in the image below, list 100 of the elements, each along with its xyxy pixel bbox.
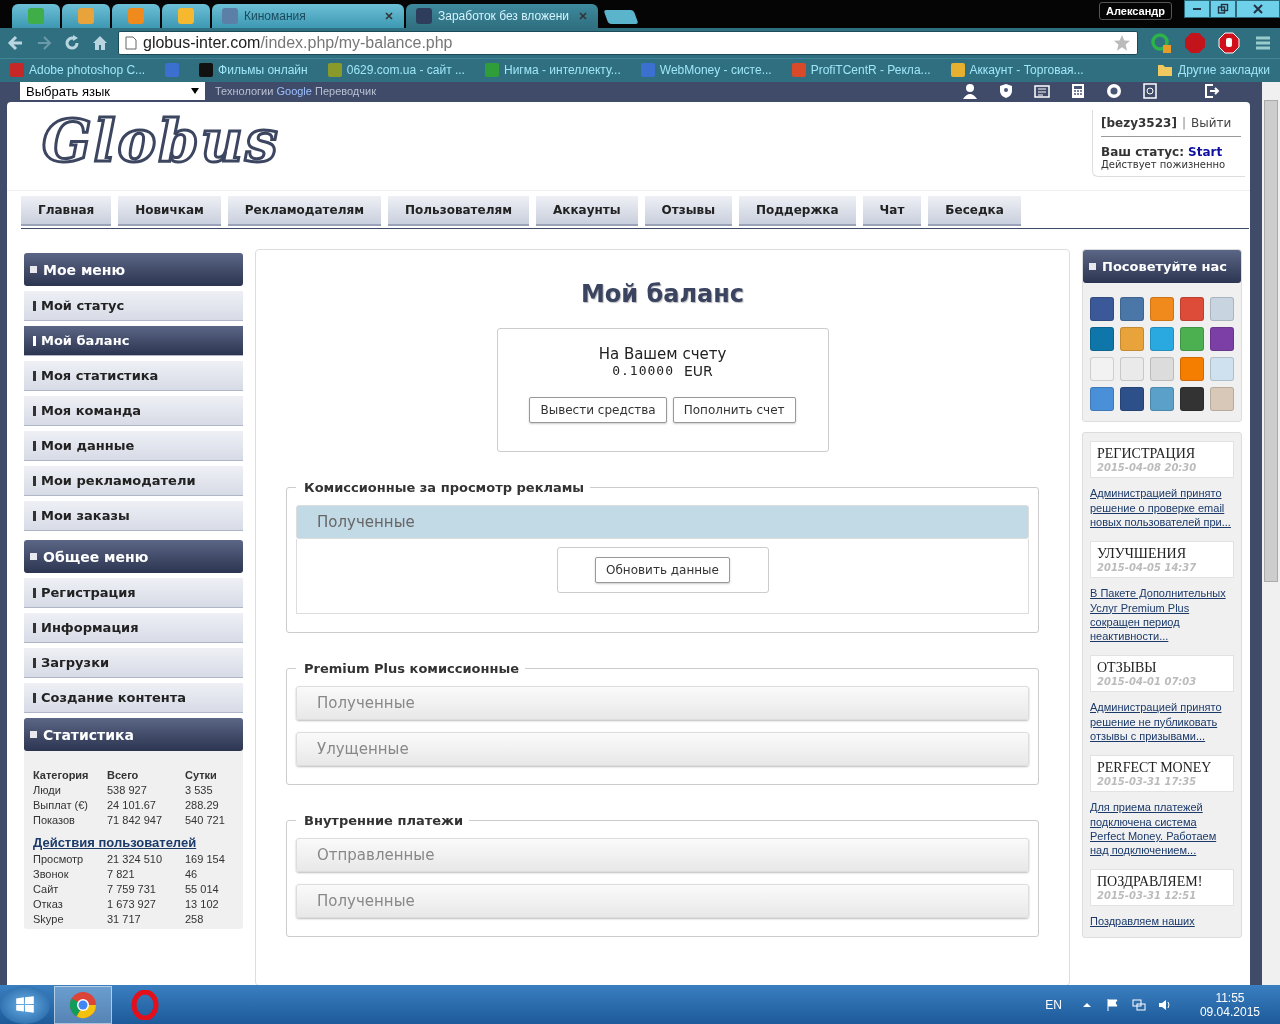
nav-tab[interactable]: Новичкам (118, 196, 221, 227)
table-cell-text: 169 154 (185, 853, 226, 866)
social-share-icon[interactable] (1090, 297, 1114, 322)
menu-item[interactable]: Информация (24, 613, 243, 644)
newspaper-icon[interactable] (1034, 83, 1050, 100)
nav-tab[interactable]: Отзывы (644, 196, 732, 227)
menu-item[interactable]: Создание контента (24, 683, 243, 714)
clock[interactable]: 11:55 09.04.2015 (1199, 990, 1260, 1019)
social-share-icon[interactable] (1120, 297, 1144, 322)
browser-tab[interactable] (62, 3, 110, 28)
menu-item[interactable]: Загрузки (24, 648, 243, 679)
profile-name[interactable]: Александр (1099, 1, 1172, 20)
nav-tab[interactable]: Беседка (928, 196, 1021, 227)
status-value[interactable]: Start (1188, 145, 1223, 160)
menu-item[interactable]: Мои заказы (24, 501, 243, 532)
restore-button[interactable] (1210, 0, 1236, 18)
scrollbar[interactable] (1262, 82, 1280, 986)
nav-tab[interactable]: Поддержка (739, 196, 856, 227)
column-header: Всего (107, 769, 140, 782)
bookmark-link[interactable]: Adobe photoshop C... (6, 61, 150, 80)
bookmark-link[interactable]: ProfiTCentR - Рекла... (787, 61, 935, 80)
browser-tab[interactable]: Киномания (212, 3, 404, 28)
user-icon[interactable] (962, 83, 978, 100)
menu-item[interactable]: Мои рекламодатели (24, 466, 243, 497)
logout-icon[interactable] (1204, 83, 1220, 100)
news-link[interactable]: Администрацией принято решение о проверке email новых пользователей при... (1090, 486, 1234, 530)
accordion-header[interactable]: Полученные (296, 505, 1029, 540)
menu-item[interactable]: Моя статистика (24, 361, 243, 392)
news-link[interactable]: В Пакете Дополнительных Услуг Premium Plus сокращен период неактивности... (1090, 586, 1234, 644)
social-share-icon[interactable] (1210, 327, 1234, 352)
nav-tab[interactable]: Чат (862, 196, 922, 227)
stop-sign-icon[interactable] (1218, 31, 1240, 54)
refresh-button[interactable]: Обновить данные (595, 557, 730, 584)
balance-amount: 0.10000 (612, 363, 674, 380)
volume-icon[interactable] (1157, 997, 1172, 1012)
menu-item[interactable]: Мои данные (24, 431, 243, 462)
section-legend: Premium Plus комиссионные (296, 661, 526, 677)
balance-action-button[interactable]: Вывести средства (529, 397, 667, 424)
news-link[interactable]: Администрацией принято решение не публиковать отзывы с призывами... (1090, 700, 1234, 744)
menu-title: Статистика (43, 726, 134, 743)
balance-action-button[interactable]: Пополнить счет (672, 397, 796, 424)
logout-link[interactable]: Выйти (1190, 116, 1232, 131)
close-icon[interactable] (578, 10, 588, 21)
shield-icon[interactable] (998, 83, 1014, 100)
social-share-icon[interactable] (1180, 387, 1204, 412)
social-share-icon[interactable] (1120, 387, 1144, 412)
social-share-icon[interactable] (1090, 327, 1114, 352)
browser-tab[interactable] (162, 3, 210, 28)
address-book-icon[interactable] (1142, 83, 1158, 100)
close-icon[interactable] (384, 10, 394, 21)
browser-tab[interactable] (112, 3, 160, 28)
bookmark-link[interactable]: WebMoney - систе... (636, 61, 776, 80)
news-title: ОТЗЫВЫ (1097, 660, 1158, 677)
news-link[interactable]: Для приема платежей подключена система Perfect Money. Работаем над подключением... (1090, 800, 1234, 858)
minimize-icon (1193, 8, 1201, 10)
table-cell-text: 3 535 (185, 784, 214, 797)
close-icon (1252, 3, 1264, 15)
site-logo[interactable]: Globus (42, 110, 280, 175)
menu-title: Общее меню (43, 548, 149, 565)
table-cell-text: 24 101.67 (107, 799, 157, 812)
news-title: УЛУЧШЕНИЯ (1097, 546, 1188, 563)
bookmark-link[interactable]: Фильмы онлайн (195, 61, 312, 80)
browser-tab[interactable]: Заработок без вложени (406, 3, 598, 28)
news-link[interactable]: Поздравляем наших (1090, 914, 1234, 929)
status-note: Действует пожизненно (1101, 159, 1227, 171)
table-cell-text: 55 014 (185, 883, 220, 896)
menu-item[interactable]: Мой баланс (24, 326, 243, 357)
nav-tab[interactable]: Аккаунты (536, 196, 638, 227)
menu-item[interactable]: Регистрация (24, 578, 243, 609)
menu-item[interactable]: Моя команда (24, 396, 243, 427)
news-title: PERFECT MONEY (1097, 760, 1213, 777)
browser-tab[interactable] (12, 3, 60, 28)
table-cell-text: Показов (33, 814, 76, 827)
bullet-icon (30, 731, 37, 739)
input-language[interactable]: EN (1045, 997, 1062, 1012)
flag-icon[interactable] (1105, 997, 1120, 1012)
page-icon (125, 35, 137, 50)
close-window-button[interactable] (1236, 0, 1280, 18)
table-cell-text: Выплат (€) (33, 799, 90, 812)
table-cell-text: Skype (33, 913, 65, 926)
page-title: Мой баланс (580, 280, 745, 309)
nav-tab[interactable]: Рекламодателям (227, 196, 381, 227)
address-bar[interactable]: globus-inter.com/index.php/my-balance.php (118, 30, 1138, 55)
bookmark-link[interactable]: Аккаунт - Торговая... (946, 61, 1088, 80)
minimize-button[interactable] (1184, 0, 1210, 18)
nav-tab[interactable]: Пользователям (388, 196, 529, 227)
network-icon[interactable] (1131, 997, 1146, 1012)
other-bookmarks-folder[interactable]: Другие закладки (1153, 61, 1274, 80)
menu-item[interactable]: Мой статус (24, 291, 243, 322)
extension-icon[interactable] (1150, 31, 1172, 54)
start-button[interactable] (0, 985, 50, 1024)
language-select[interactable]: Выбрать язык (20, 82, 205, 101)
bookmark-link[interactable]: Нигма - интеллекту... (480, 61, 625, 80)
support-icon[interactable] (1106, 83, 1122, 100)
new-tab-button[interactable] (603, 9, 639, 24)
bookmark-link[interactable]: 0629.com.ua - сайт ... (323, 61, 469, 80)
calculator-icon[interactable] (1070, 83, 1086, 100)
star-icon[interactable] (1113, 33, 1131, 52)
user-actions-link[interactable]: Действия пользователей (33, 835, 241, 851)
nav-tab[interactable]: Главная (21, 196, 112, 227)
